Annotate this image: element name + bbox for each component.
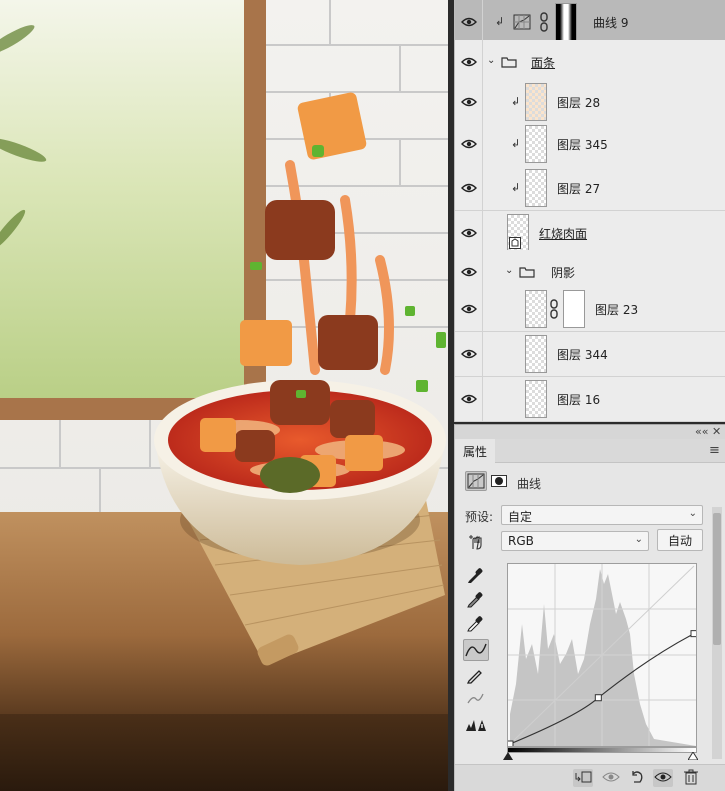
layer-thumbnail bbox=[525, 335, 547, 373]
preset-label: 预设: bbox=[465, 510, 494, 524]
folder-icon bbox=[519, 267, 535, 278]
chevron-down-icon[interactable]: ⌄ bbox=[487, 55, 495, 66]
scrollbar-thumb[interactable] bbox=[713, 513, 721, 645]
curve-point-tool-icon[interactable] bbox=[463, 639, 489, 661]
auto-button[interactable]: 自动 bbox=[657, 529, 703, 551]
eye-icon[interactable] bbox=[461, 57, 477, 67]
layer-thumbnail bbox=[525, 125, 547, 163]
eye-icon[interactable] bbox=[461, 97, 477, 107]
curves-adjustment-icon bbox=[513, 14, 531, 30]
layer-name[interactable]: 阴影 bbox=[551, 264, 575, 281]
eye-icon[interactable] bbox=[461, 228, 477, 238]
toggle-visibility-button[interactable] bbox=[653, 769, 673, 787]
layer-name[interactable]: 图层 344 bbox=[557, 346, 608, 363]
clip-arrow-icon: ↲ bbox=[511, 137, 521, 150]
clip-arrow-icon: ↲ bbox=[495, 15, 505, 28]
black-point-slider[interactable] bbox=[503, 752, 513, 760]
collapse-panel-button[interactable]: «« bbox=[695, 425, 708, 438]
layer-row-layer-345[interactable]: ↲ 图层 345 bbox=[455, 122, 725, 167]
chain-link-icon[interactable] bbox=[539, 12, 549, 32]
layer-row-layer-344[interactable]: 图层 344 bbox=[455, 332, 725, 377]
channel-value: RGB bbox=[508, 534, 534, 548]
eye-icon[interactable] bbox=[461, 349, 477, 359]
pencil-draw-icon[interactable] bbox=[465, 665, 487, 685]
layer-row-curves-9[interactable]: ↲ 曲线 9 bbox=[455, 0, 725, 45]
layer-name[interactable]: 图层 27 bbox=[557, 180, 600, 197]
layer-row-layer-28[interactable]: ↲ 图层 28 bbox=[455, 80, 725, 125]
panel-header-strip: «« ✕ bbox=[455, 425, 725, 439]
layer-thumbnail bbox=[525, 169, 547, 207]
close-panel-button[interactable]: ✕ bbox=[712, 425, 721, 438]
layer-row-layer-23[interactable]: 图层 23 bbox=[455, 287, 725, 332]
reset-adjustments-button[interactable] bbox=[627, 769, 647, 787]
curve-control-point[interactable] bbox=[594, 694, 602, 702]
clip-arrow-icon: ↲ bbox=[511, 181, 521, 194]
properties-footer bbox=[455, 764, 725, 791]
layer-name[interactable]: 图层 23 bbox=[595, 301, 638, 318]
white-eyedropper-icon[interactable] bbox=[465, 613, 487, 633]
chain-link-icon[interactable] bbox=[549, 299, 559, 319]
food-photo bbox=[0, 0, 448, 791]
layers-panel: ↲ 曲线 9 ⌄ 面条 ↲ 图层 28 ↲ 图层 345 ↲ 图层 27 红烧肉… bbox=[454, 0, 725, 422]
black-eyedropper-icon[interactable] bbox=[465, 565, 487, 585]
layer-thumbnail bbox=[525, 290, 547, 328]
trash-icon[interactable] bbox=[681, 769, 701, 787]
layer-row-layer-27[interactable]: ↲ 图层 27 bbox=[455, 166, 725, 211]
smart-object-icon bbox=[509, 237, 521, 249]
view-previous-state-button[interactable] bbox=[601, 769, 621, 787]
chevron-down-icon: ⌄ bbox=[634, 534, 643, 545]
curves-type-icon[interactable] bbox=[465, 471, 487, 491]
eye-icon[interactable] bbox=[461, 139, 477, 149]
tab-properties[interactable]: 属性 bbox=[455, 439, 496, 463]
curves-plot bbox=[506, 564, 698, 748]
eye-icon[interactable] bbox=[461, 267, 477, 277]
smooth-curve-icon[interactable] bbox=[465, 689, 487, 709]
curves-graph[interactable] bbox=[506, 563, 698, 748]
chevron-down-icon[interactable]: ⌄ bbox=[505, 265, 513, 276]
layer-row-noodles-group[interactable]: ⌄ 面条 bbox=[455, 40, 725, 85]
target-adjust-hand-icon[interactable] bbox=[467, 533, 487, 551]
clip-arrow-icon: ↲ bbox=[511, 95, 521, 108]
eye-icon[interactable] bbox=[461, 304, 477, 314]
gray-eyedropper-icon[interactable] bbox=[465, 589, 487, 609]
layer-mask-thumbnail[interactable] bbox=[555, 3, 577, 41]
mask-icon[interactable] bbox=[491, 475, 507, 487]
clip-to-layer-button[interactable] bbox=[573, 769, 593, 787]
white-point-slider[interactable] bbox=[688, 752, 698, 760]
preset-value: 自定 bbox=[508, 510, 533, 524]
layer-row-layer-16[interactable]: 图层 16 bbox=[455, 377, 725, 422]
layer-name[interactable]: 图层 16 bbox=[557, 391, 600, 408]
eye-icon[interactable] bbox=[461, 394, 477, 404]
layer-name[interactable]: 图层 28 bbox=[557, 94, 600, 111]
curve-control-point[interactable] bbox=[690, 630, 698, 638]
properties-tabbar: 属性 ≡ bbox=[455, 439, 725, 463]
input-gradient-bar bbox=[507, 747, 697, 753]
layer-name[interactable]: 红烧肉面 bbox=[539, 225, 587, 242]
document-canvas[interactable] bbox=[0, 0, 448, 791]
channel-select[interactable]: RGB ⌄ bbox=[501, 531, 649, 551]
eye-icon[interactable] bbox=[461, 183, 477, 193]
chevron-down-icon: ⌄ bbox=[688, 508, 697, 519]
layer-name[interactable]: 图层 345 bbox=[557, 136, 608, 153]
layer-thumbnail bbox=[525, 380, 547, 418]
preset-select[interactable]: 自定 ⌄ bbox=[501, 505, 703, 525]
layer-mask-thumbnail[interactable] bbox=[563, 290, 585, 328]
layer-thumbnail bbox=[525, 83, 547, 121]
layer-name[interactable]: 面条 bbox=[531, 54, 555, 71]
folder-icon bbox=[501, 57, 517, 68]
panel-menu-icon[interactable]: ≡ bbox=[709, 443, 720, 458]
clipping-warning-icon[interactable] bbox=[465, 717, 487, 737]
properties-panel: «« ✕ 属性 ≡ 曲线 预设: 自定 ⌄ RGB ⌄ 自动 bbox=[454, 424, 725, 791]
eye-icon[interactable] bbox=[461, 17, 477, 27]
layer-name[interactable]: 曲线 9 bbox=[593, 14, 628, 31]
curve-control-point[interactable] bbox=[506, 740, 514, 748]
adjustment-type-label: 曲线 bbox=[517, 477, 542, 491]
